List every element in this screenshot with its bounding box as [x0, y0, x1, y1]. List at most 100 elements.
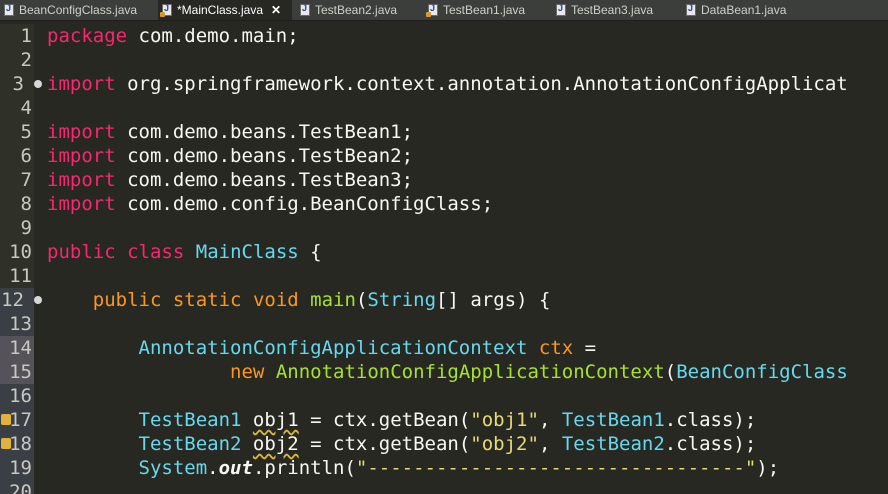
code-editor[interactable]: 1 package com.demo.main; 2 3 import org.…	[0, 21, 888, 494]
line-number: 6	[20, 145, 32, 167]
code-text[interactable]: TestBean2 obj2 = ctx.getBean("obj2", Tes…	[47, 432, 757, 456]
line-number: 8	[20, 193, 32, 215]
tab-databean1[interactable]: DataBean1.java	[678, 0, 888, 20]
line-number: 9	[20, 217, 32, 239]
line-number: 17	[9, 409, 32, 431]
code-text[interactable]: System.out.println("--------------------…	[47, 456, 780, 480]
import-path: com.demo.beans.TestBean3;	[115, 169, 414, 191]
operator: =	[298, 409, 334, 431]
editor-tab-bar: BeanConfigClass.java *MainClass.java ✕ T…	[0, 0, 888, 21]
line-gutter: 9	[0, 216, 34, 240]
code-line: 16	[0, 384, 888, 408]
import-path: com.demo.beans.TestBean1;	[115, 121, 414, 143]
line-gutter: 10	[0, 240, 34, 264]
java-file-icon	[4, 3, 14, 16]
close-tab-icon[interactable]: ✕	[271, 3, 281, 17]
code-line: 17 TestBean1 obj1 = ctx.getBean("obj1", …	[0, 408, 888, 432]
import-path: com.demo.config.BeanConfigClass;	[115, 193, 494, 215]
fold-toggle-icon[interactable]	[34, 296, 42, 304]
keyword: static	[172, 289, 242, 311]
type-name: TestBean1	[138, 409, 242, 431]
keyword: public	[92, 289, 162, 311]
tab-testbean1[interactable]: TestBean1.java	[420, 0, 548, 20]
code-text[interactable]: package com.demo.main;	[47, 24, 299, 48]
code-text[interactable]: import com.demo.config.BeanConfigClass;	[47, 192, 493, 216]
punctuation: {	[298, 241, 322, 263]
tab-label: TestBean3.java	[571, 3, 654, 17]
constructor-name: AnnotationConfigApplicationContext	[275, 361, 665, 383]
code-text[interactable]: import com.demo.beans.TestBean2;	[47, 144, 413, 168]
punctuation: ) {	[516, 289, 551, 311]
code-line: 8 import com.demo.config.BeanConfigClass…	[0, 192, 888, 216]
line-gutter: 8	[0, 192, 34, 216]
line-number: 19	[9, 457, 32, 479]
type-name: AnnotationConfigApplicationContext	[138, 337, 528, 359]
receiver: ctx	[333, 409, 368, 431]
code-line: 1 package com.demo.main;	[0, 24, 888, 48]
code-text[interactable]: import com.demo.beans.TestBean3;	[47, 168, 413, 192]
type-name: System	[138, 457, 208, 479]
line-number: 18	[9, 433, 32, 455]
line-gutter: 14	[0, 336, 34, 360]
code-line: 13	[0, 312, 888, 336]
code-text[interactable]: import org.springframework.context.annot…	[47, 72, 848, 96]
line-gutter: 4	[0, 96, 34, 120]
code-text[interactable]: new AnnotationConfigApplicationContext(B…	[47, 360, 848, 384]
line-number: 14	[9, 337, 32, 359]
code-line: 6 import com.demo.beans.TestBean2;	[0, 144, 888, 168]
line-gutter: 16	[0, 384, 34, 408]
punctuation: ,	[538, 433, 562, 455]
code-line: 10 public class MainClass {	[0, 240, 888, 264]
tab-mainclass[interactable]: *MainClass.java ✕	[158, 0, 292, 20]
class-name: MainClass	[195, 241, 299, 263]
code-line: 20	[0, 480, 888, 494]
java-main-file-icon	[160, 3, 172, 17]
fold-toggle-icon[interactable]	[34, 80, 42, 88]
code-text[interactable]: AnnotationConfigApplicationContext ctx =	[47, 336, 597, 360]
keyword: class	[127, 241, 185, 263]
code-text[interactable]: public static void main(String[] args) {	[47, 288, 551, 312]
tab-testbean2[interactable]: TestBean2.java	[292, 0, 420, 20]
line-number: 4	[20, 97, 32, 119]
punctuation: );	[756, 457, 780, 479]
punctuation: ,	[538, 409, 562, 431]
java-file-icon	[300, 3, 310, 16]
tab-testbean3[interactable]: TestBean3.java	[548, 0, 678, 20]
line-number: 16	[9, 385, 32, 407]
warning-marker-icon[interactable]	[1, 414, 11, 425]
warning-marker-icon[interactable]	[1, 438, 11, 449]
punctuation: (	[355, 289, 368, 311]
line-gutter: 13	[0, 312, 34, 336]
tab-label: BeanConfigClass.java	[19, 3, 138, 17]
keyword: import	[47, 193, 116, 215]
code-line: 19 System.out.println("-----------------…	[0, 456, 888, 480]
code-text[interactable]: public class MainClass {	[47, 240, 322, 264]
variable-name: obj2	[252, 433, 299, 455]
line-gutter: 12	[0, 288, 34, 312]
keyword: import	[47, 121, 116, 143]
keyword: import	[47, 73, 116, 95]
static-field: out	[218, 457, 253, 479]
line-gutter: 7	[0, 168, 34, 192]
method-call: .getBean(	[367, 433, 471, 455]
variable-name: obj1	[252, 409, 299, 431]
line-number: 1	[20, 25, 32, 47]
java-file-icon	[556, 3, 566, 16]
operator: =	[573, 337, 597, 359]
line-gutter: 2	[0, 48, 34, 72]
line-number: 11	[9, 265, 32, 287]
line-gutter: 19	[0, 456, 34, 480]
string-literal: "---------------------------------"	[355, 457, 757, 479]
code-text[interactable]: TestBean1 obj1 = ctx.getBean("obj1", Tes…	[47, 408, 757, 432]
code-text[interactable]: import com.demo.beans.TestBean1;	[47, 120, 413, 144]
line-gutter: 11	[0, 264, 34, 288]
tab-label: DataBean1.java	[701, 3, 787, 17]
tab-label: TestBean2.java	[315, 3, 398, 17]
punctuation: (	[664, 361, 677, 383]
keyword: import	[47, 145, 116, 167]
keyword: new	[230, 361, 265, 383]
import-path: com.demo.beans.TestBean2;	[115, 145, 414, 167]
code-line: 9	[0, 216, 888, 240]
tab-beanconfigclass[interactable]: BeanConfigClass.java	[0, 0, 158, 20]
string-literal: "obj1"	[470, 409, 539, 431]
